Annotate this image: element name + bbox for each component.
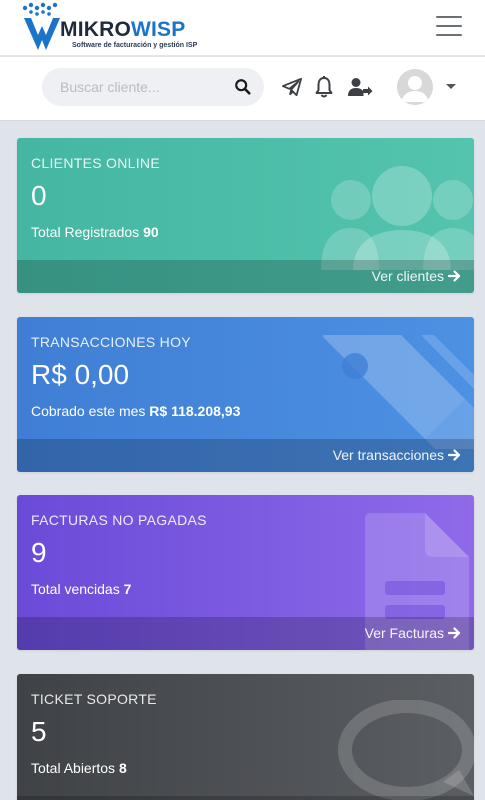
arrow-right-icon (448, 449, 461, 461)
card-facturas-no-pagadas: FACTURAS NO PAGADAS 9 Total vencidas 7 V… (17, 495, 474, 650)
toolbar (0, 57, 485, 121)
card-label: TRANSACCIONES HOY (31, 334, 191, 350)
card-value: 5 (31, 716, 47, 747)
search-icon[interactable] (234, 78, 252, 96)
card-footer (17, 796, 474, 800)
chevron-down-icon[interactable] (446, 84, 456, 89)
card-value: 9 (31, 537, 47, 568)
link-label: Ver Facturas (364, 625, 444, 641)
logo-mark-icon (22, 2, 60, 50)
card-ticket-soporte: TICKET SOPORTE 5 Total Abiertos 8 (17, 674, 474, 800)
card-value: 0 (31, 180, 47, 211)
logo-tagline: Software de facturación y gestión ISP (72, 42, 198, 49)
card-subtext-label: Total Registrados (31, 224, 140, 240)
card-footer: Ver clientes (17, 260, 474, 293)
card-subtext: Total Registrados 90 (31, 224, 159, 240)
send-icon[interactable] (281, 77, 303, 97)
card-footer: Ver Facturas (17, 617, 474, 650)
user-share-icon[interactable] (347, 77, 373, 97)
logo-wordmark: MIKROWISP (60, 18, 185, 42)
hamburger-line (436, 16, 462, 18)
card-label: CLIENTES ONLINE (31, 155, 160, 171)
card-subtext-value: R$ 118.208,93 (149, 403, 241, 419)
user-avatar-icon (397, 69, 433, 105)
card-subtext-value: 90 (143, 224, 159, 240)
search-box (42, 68, 264, 106)
tag-icon (323, 335, 474, 449)
hamburger-line (436, 25, 462, 27)
card-subtext-label: Total Abiertos (31, 760, 116, 776)
top-bar: MIKROWISP Software de facturación y gest… (0, 0, 485, 56)
arrow-right-icon (448, 270, 461, 282)
link-label: Ver transacciones (332, 447, 444, 463)
card-subtext: Total Abiertos 8 (31, 760, 127, 776)
card-clientes-online: CLIENTES ONLINE 0 Total Registrados 90 V… (17, 138, 474, 293)
users-icon (321, 166, 474, 270)
card-subtext: Total vencidas 7 (31, 581, 131, 597)
card-footer: Ver transacciones (17, 439, 474, 472)
arrow-right-icon (448, 627, 461, 639)
bell-icon[interactable] (314, 75, 334, 99)
card-subtext: Cobrado este mes R$ 118.208,93 (31, 403, 240, 419)
logo-word-blue: WISP (131, 18, 186, 41)
chat-bubble-icon (338, 700, 474, 800)
link-label: Ver clientes (371, 268, 444, 284)
card-transacciones-hoy: TRANSACCIONES HOY R$ 0,00 Cobrado este m… (17, 317, 474, 472)
search-input[interactable] (42, 68, 232, 106)
card-label: TICKET SOPORTE (31, 691, 157, 707)
card-label: FACTURAS NO PAGADAS (31, 512, 207, 528)
logo-word-dark: MIKRO (60, 18, 131, 41)
card-value: R$ 0,00 (31, 359, 130, 390)
avatar[interactable] (397, 69, 433, 105)
hamburger-line (436, 34, 462, 36)
ver-facturas-link[interactable]: Ver Facturas (365, 625, 461, 641)
card-subtext-value: 7 (123, 581, 132, 597)
hamburger-menu-icon[interactable] (436, 16, 464, 38)
card-subtext-value: 8 (118, 760, 127, 776)
ver-transacciones-link[interactable]: Ver transacciones (333, 447, 461, 463)
card-subtext-label: Cobrado este mes (31, 403, 146, 419)
card-subtext-label: Total vencidas (31, 581, 120, 597)
mikrowisp-logo[interactable]: MIKROWISP Software de facturación y gest… (20, 2, 198, 52)
ver-clientes-link[interactable]: Ver clientes (372, 268, 461, 284)
